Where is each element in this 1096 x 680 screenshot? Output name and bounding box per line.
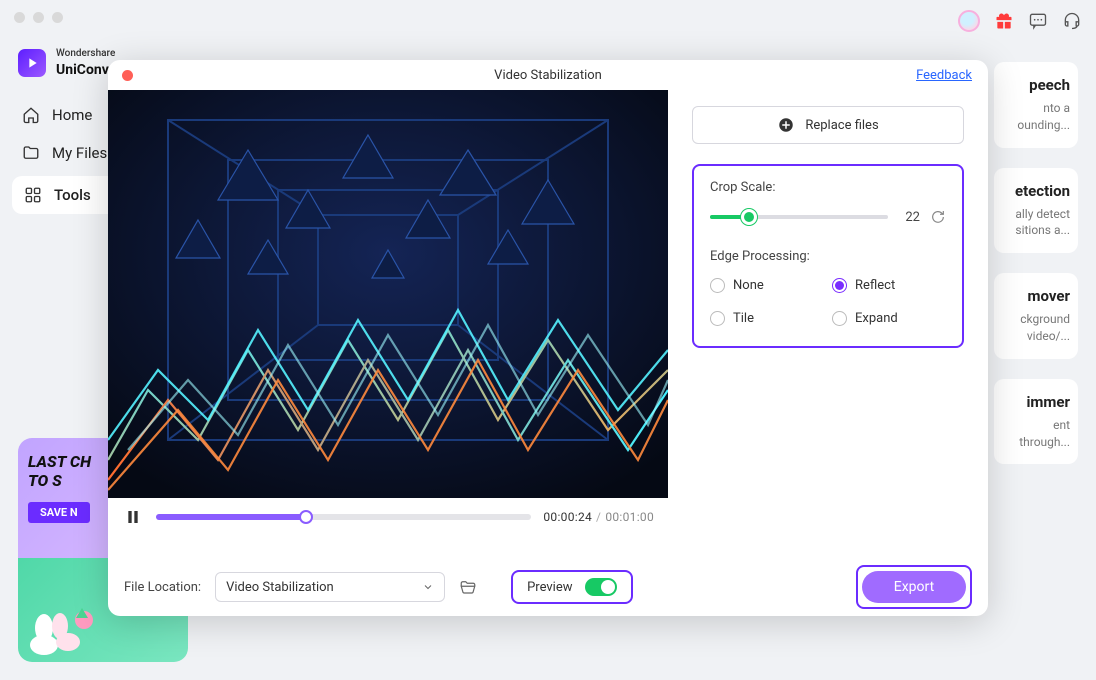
promo-save-button[interactable]: SAVE N [28, 502, 90, 523]
modal-close-button[interactable] [122, 70, 133, 81]
video-frame-art [108, 90, 668, 498]
replace-files-button[interactable]: Replace files [692, 106, 964, 144]
edge-option-reflect[interactable]: Reflect [832, 278, 946, 293]
crop-scale-value: 22 [898, 210, 920, 225]
tool-card-title: peech [994, 76, 1070, 94]
preview-toggle-box: Preview [511, 570, 632, 604]
reset-icon[interactable] [930, 209, 946, 225]
chevron-down-icon [422, 581, 434, 593]
tools-card-column: peech nto a ounding... etection ally det… [994, 62, 1078, 464]
folder-icon [22, 144, 40, 162]
avatar-icon[interactable] [958, 10, 980, 32]
file-location-select[interactable]: Video Stabilization [215, 572, 445, 602]
home-icon [22, 106, 40, 124]
settings-panel: Replace files Crop Scale: 22 Edge Proces… [668, 90, 988, 558]
sidebar-item-label: My Files [52, 144, 107, 162]
export-highlight: Export [856, 565, 972, 609]
plus-circle-icon [777, 116, 795, 134]
video-controls: 00:00:24/00:01:00 [108, 498, 668, 532]
total-time: 00:01:00 [605, 510, 654, 524]
modal-footer: File Location: Video Stabilization Previ… [108, 558, 988, 616]
radio-label: Expand [855, 311, 898, 326]
radio-label: Reflect [855, 278, 895, 293]
tool-card[interactable]: mover ckground video/... [994, 273, 1078, 359]
radio-label: None [733, 278, 764, 293]
radio-icon [832, 278, 847, 293]
modal-title: Video Stabilization [494, 68, 602, 83]
tool-card-desc: nto a ounding... [994, 100, 1070, 134]
radio-icon [710, 311, 725, 326]
tool-card-title: immer [994, 393, 1070, 411]
brand-small: Wondershare [56, 48, 139, 59]
feedback-link[interactable]: Feedback [916, 68, 972, 83]
tool-card-desc: ent through... [994, 417, 1070, 451]
edge-option-none[interactable]: None [710, 278, 824, 293]
open-folder-button[interactable] [459, 578, 477, 596]
preview-label: Preview [527, 580, 572, 595]
radio-icon [832, 311, 847, 326]
radio-icon [710, 278, 725, 293]
tool-card-desc: ally detect sitions a... [994, 206, 1070, 240]
seek-bar[interactable] [156, 514, 531, 520]
replace-files-label: Replace files [805, 118, 878, 133]
crop-scale-slider[interactable] [710, 215, 888, 219]
edge-option-tile[interactable]: Tile [710, 311, 824, 326]
edge-processing-label: Edge Processing: [710, 249, 946, 264]
export-button[interactable]: Export [862, 571, 966, 603]
tool-card-title: etection [994, 182, 1070, 200]
folder-open-icon [459, 578, 477, 596]
stabilization-settings: Crop Scale: 22 Edge Processing: None [692, 164, 964, 348]
file-location-value: Video Stabilization [226, 580, 334, 595]
headset-support-icon[interactable] [1062, 11, 1082, 31]
time-display: 00:00:24/00:01:00 [543, 510, 654, 524]
tool-card-title: mover [994, 287, 1070, 305]
preview-toggle[interactable] [585, 578, 617, 596]
video-preview[interactable] [108, 90, 668, 498]
feedback-chat-icon[interactable] [1028, 11, 1048, 31]
current-time: 00:00:24 [543, 510, 592, 524]
video-column: 00:00:24/00:01:00 [108, 90, 668, 558]
tool-card[interactable]: peech nto a ounding... [994, 62, 1078, 148]
sidebar-item-label: Home [52, 106, 92, 124]
file-location-label: File Location: [124, 580, 201, 595]
tool-card-desc: ckground video/... [994, 311, 1070, 345]
sidebar-item-label: Tools [54, 186, 91, 204]
promo-art-icon [24, 600, 104, 660]
crop-scale-label: Crop Scale: [710, 180, 946, 195]
tool-card[interactable]: etection ally detect sitions a... [994, 168, 1078, 254]
video-stabilization-modal: Video Stabilization Feedback [108, 60, 988, 616]
edge-option-expand[interactable]: Expand [832, 311, 946, 326]
topbar-actions [958, 10, 1082, 32]
logo-badge-icon [18, 49, 46, 77]
pause-button[interactable] [122, 506, 144, 528]
tools-icon [24, 186, 42, 204]
modal-titlebar: Video Stabilization Feedback [108, 60, 988, 90]
tool-card[interactable]: immer ent through... [994, 379, 1078, 465]
radio-label: Tile [733, 311, 754, 326]
gift-icon[interactable] [994, 11, 1014, 31]
